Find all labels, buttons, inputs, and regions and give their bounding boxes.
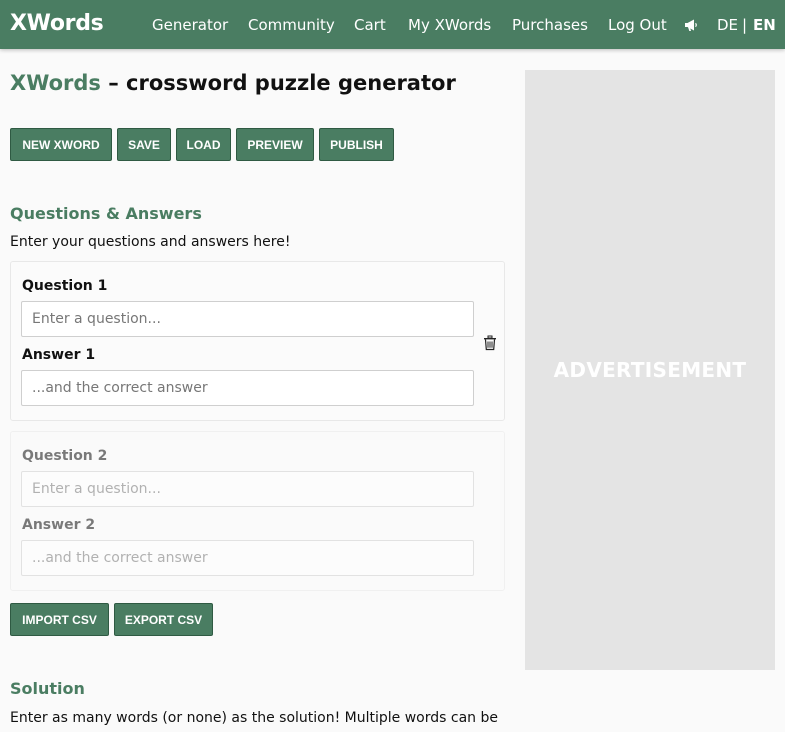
trash-icon[interactable]	[483, 335, 497, 351]
qa-intro: Enter your questions and answers here!	[10, 234, 291, 250]
qa-card-1: Question 1 Answer 1	[10, 261, 505, 421]
lang-de[interactable]: DE	[717, 16, 738, 34]
advertisement-box[interactable]: ADVERTISEMENT	[525, 70, 775, 670]
save-button[interactable]: SAVE	[117, 128, 171, 161]
question-label-2: Question 2	[22, 448, 108, 464]
lang-separator: |	[742, 16, 748, 34]
brand-logo[interactable]: XWords	[10, 11, 104, 36]
nav-log-out[interactable]: Log Out	[608, 16, 667, 34]
load-button[interactable]: LOAD	[176, 128, 231, 161]
advertisement-label: ADVERTISEMENT	[553, 358, 747, 382]
nav-generator[interactable]: Generator	[152, 16, 228, 34]
nav-cart[interactable]: Cart	[354, 16, 386, 34]
import-csv-button[interactable]: IMPORT CSV	[10, 603, 109, 636]
answer-input-2[interactable]	[21, 540, 474, 576]
question-input-2[interactable]	[21, 471, 474, 507]
lang-en[interactable]: EN	[753, 16, 776, 34]
export-csv-button[interactable]: EXPORT CSV	[114, 603, 213, 636]
top-navbar: XWords Generator Community Cart My XWord…	[0, 0, 785, 49]
question-input-1[interactable]	[21, 301, 474, 337]
solution-heading: Solution	[10, 679, 85, 698]
qa-card-2: Question 2 Answer 2	[10, 431, 505, 591]
page-title: XWords – crossword puzzle generator	[10, 71, 456, 95]
nav-purchases[interactable]: Purchases	[512, 16, 588, 34]
nav-community[interactable]: Community	[248, 16, 335, 34]
question-label-1: Question 1	[22, 278, 108, 294]
page-title-brand: XWords	[10, 71, 101, 95]
new-xword-button[interactable]: NEW XWORD	[10, 128, 112, 161]
answer-input-1[interactable]	[21, 370, 474, 406]
nav-my-xwords[interactable]: My XWords	[408, 16, 491, 34]
answer-label-2: Answer 2	[22, 517, 96, 533]
publish-button[interactable]: PUBLISH	[319, 128, 394, 161]
page-title-rest: – crossword puzzle generator	[100, 71, 456, 95]
solution-intro: Enter as many words (or none) as the sol…	[10, 710, 498, 726]
megaphone-icon[interactable]	[683, 17, 699, 33]
answer-label-1: Answer 1	[22, 347, 96, 363]
preview-button[interactable]: PREVIEW	[236, 128, 314, 161]
qa-heading: Questions & Answers	[10, 204, 202, 223]
